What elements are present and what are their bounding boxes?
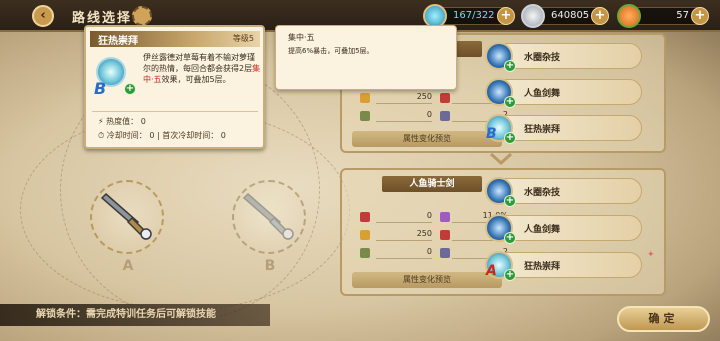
stat-value: 0 (376, 247, 432, 259)
upgrade-icon: + (504, 60, 516, 72)
sword-icon (242, 192, 294, 240)
crit-stat-icon (440, 230, 450, 240)
defense-stat-icon (360, 111, 370, 121)
cost-stat-icon (440, 111, 450, 121)
skill-name: 狂热崇拜 (524, 125, 561, 135)
skill-name: 人鱼剑舞 (524, 89, 561, 99)
skill-item-water-acrobatics[interactable]: + 水圈杂技 (485, 177, 642, 207)
attribute-preview-button[interactable]: 属性变化预览 (352, 131, 502, 147)
cooldown-stat: ⏱ 冷却时间： 0 | 首次冷却时间： 0 (98, 131, 226, 140)
tooltip-skill-level: 等级5 (232, 34, 254, 43)
rank-a-icon: A (486, 263, 497, 279)
unlock-condition-text: 解锁条件：需完成特训任务后可解锁技能 (0, 304, 270, 326)
heat-stat: ⚡ 热度值： 0 (98, 117, 146, 126)
buff-description: 提高6%暴击，可叠加5层。 (288, 47, 374, 55)
upgrade-icon: + (504, 232, 516, 244)
add-coins-button[interactable]: + (591, 7, 609, 25)
stat-value: 0 (376, 211, 432, 223)
attribute-preview-button[interactable]: 属性变化预览 (352, 272, 502, 288)
tooltip-header: 狂热崇拜 等级5 (90, 31, 260, 47)
dodge-stat-icon (440, 212, 450, 222)
skill-tooltip: 狂热崇拜 等级5 B + 伊丝露德对草莓有着不输对萝瑾尔的热情，每回合都会获得2… (84, 25, 265, 149)
defense-stat-icon (360, 248, 370, 258)
stat-value: 250 (376, 92, 432, 104)
star-icon: ✦ (647, 250, 655, 260)
carrot-icon (617, 4, 641, 28)
upgrade-icon: + (504, 269, 516, 281)
rank-b-icon: B (94, 79, 107, 98)
divider (92, 111, 258, 112)
skill-name: 狂热崇拜 (524, 262, 561, 272)
tooltip-skill-name: 狂热崇拜 (98, 36, 138, 47)
stamina-counter: 167/322 + (423, 4, 515, 28)
crit-stat-icon (440, 93, 450, 103)
buff-tooltip: 集中·五 提高6%暴击，可叠加5层。 (275, 25, 457, 90)
back-button[interactable]: ‹ (32, 5, 54, 27)
coin-value: 640805 (551, 10, 590, 21)
coin-icon (521, 4, 545, 28)
upgrade-icon: + (124, 83, 136, 95)
skill-item-fanatic-worship[interactable]: A + 狂热崇拜 (485, 251, 642, 281)
node-a-label: A (122, 258, 134, 274)
rank-b-icon: B (486, 126, 497, 142)
tooltip-description: 伊丝露德对草莓有着不输对萝瑾尔的热情，每回合都会获得2层集中·五效果，可叠加5层… (143, 53, 261, 84)
sword-icon (100, 192, 152, 240)
gear-emblem-icon (132, 6, 152, 26)
skill-item-fanatic-worship[interactable]: B + 狂热崇拜 (485, 114, 642, 144)
skill-item-water-acrobatics[interactable]: + 水圈杂技 (485, 42, 642, 72)
skill-name: 水圈杂技 (524, 188, 561, 198)
upgrade-icon: + (504, 132, 516, 144)
carrot-counter: 57 + (617, 4, 709, 28)
buff-title: 集中·五 (288, 33, 315, 42)
stamina-value: 167/322 (453, 10, 495, 21)
add-carrots-button[interactable]: + (691, 7, 709, 25)
upgrade-icon: + (504, 195, 516, 207)
attack-stat-icon (360, 93, 370, 103)
page-title: 路线选择 (72, 11, 133, 26)
confirm-button[interactable]: 确定 (617, 306, 710, 332)
add-stamina-button[interactable]: + (497, 7, 515, 25)
skill-item-mermaid-sword-dance[interactable]: + 人鱼剑舞 (485, 214, 642, 244)
carrot-value: 57 (676, 10, 689, 21)
coin-counter: 640805 + (521, 4, 609, 28)
hp-stat-icon (360, 212, 370, 222)
cost-stat-icon (440, 248, 450, 258)
route-b-title: 人鱼骑士剑 (382, 176, 482, 192)
skill-name: 人鱼剑舞 (524, 225, 561, 235)
skill-item-mermaid-sword-dance[interactable]: + 人鱼剑舞 (485, 78, 642, 108)
upgrade-icon: + (504, 96, 516, 108)
attack-stat-icon (360, 230, 370, 240)
chevron-down-icon (489, 152, 513, 166)
stat-value: 250 (376, 229, 432, 241)
skill-name: 水圈杂技 (524, 53, 561, 63)
stat-value: 0 (376, 110, 432, 122)
node-b-label: B (264, 258, 276, 274)
